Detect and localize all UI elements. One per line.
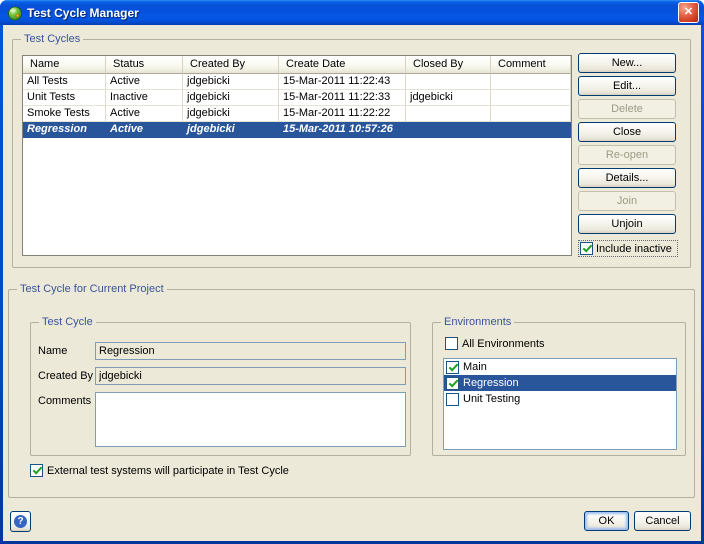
include-inactive-checkbox[interactable]: Include inactive xyxy=(578,240,678,257)
table-cell: 15-Mar-2011 10:57:26 xyxy=(279,122,406,138)
test-cycles-group-label: Test Cycles xyxy=(21,32,83,46)
table-cell xyxy=(406,74,491,90)
table-row[interactable]: RegressionActivejdgebicki15-Mar-2011 10:… xyxy=(23,122,571,138)
all-environments-label: All Environments xyxy=(462,338,545,350)
test-cycles-table: NameStatusCreated ByCreate DateClosed By… xyxy=(22,55,572,256)
join-button[interactable]: Join xyxy=(578,191,676,211)
comments-textarea[interactable] xyxy=(95,392,406,447)
column-header-name[interactable]: Name xyxy=(23,56,106,74)
environment-label: Main xyxy=(463,361,487,373)
close-button[interactable]: ✕ xyxy=(678,2,699,23)
table-cell: jdgebicki xyxy=(406,90,491,106)
all-environments-checkbox-box[interactable] xyxy=(445,337,458,350)
table-cell xyxy=(491,90,571,106)
table-row[interactable]: Smoke TestsActivejdgebicki15-Mar-2011 11… xyxy=(23,106,571,122)
environments-list[interactable]: Main Regression Unit Testing xyxy=(443,358,677,450)
cancel-button[interactable]: Cancel xyxy=(634,511,691,531)
table-cell: jdgebicki xyxy=(183,74,279,90)
table-cell: 15-Mar-2011 11:22:43 xyxy=(279,74,406,90)
external-systems-checkbox-box[interactable] xyxy=(30,464,43,477)
created-by-field[interactable] xyxy=(95,367,406,385)
delete-button[interactable]: Delete xyxy=(578,99,676,119)
table-row[interactable]: Unit TestsInactivejdgebicki15-Mar-2011 1… xyxy=(23,90,571,106)
all-environments-checkbox[interactable]: All Environments xyxy=(445,337,545,350)
help-button[interactable]: ? xyxy=(10,511,31,532)
table-cell xyxy=(406,122,491,138)
table-cell xyxy=(406,106,491,122)
table-cell: jdgebicki xyxy=(183,122,279,138)
name-field[interactable] xyxy=(95,342,406,360)
column-header-created-by[interactable]: Created By xyxy=(183,56,279,74)
table-cell: 15-Mar-2011 11:22:33 xyxy=(279,90,406,106)
test-cycles-table-body: All TestsActivejdgebicki15-Mar-2011 11:2… xyxy=(23,74,571,138)
environment-label: Unit Testing xyxy=(463,393,520,405)
table-cell xyxy=(491,106,571,122)
table-cell: Unit Tests xyxy=(23,90,106,106)
dialog-window: Test Cycle Manager ✕ Test Cycles NameSta… xyxy=(0,0,704,544)
new-button[interactable]: New... xyxy=(578,53,676,73)
dialog-content: Test Cycles NameStatusCreated ByCreate D… xyxy=(3,25,701,541)
name-label: Name xyxy=(38,345,67,357)
table-cell: Active xyxy=(106,106,183,122)
window-title: Test Cycle Manager xyxy=(27,6,678,20)
unjoin-button[interactable]: Unjoin xyxy=(578,214,676,234)
table-cell xyxy=(491,122,571,138)
comments-label: Comments xyxy=(38,395,91,407)
details-button[interactable]: Details... xyxy=(578,168,676,188)
environment-item-regression[interactable]: Regression xyxy=(444,375,676,391)
test-cycle-subgroup-label: Test Cycle xyxy=(39,315,96,329)
close-icon: ✕ xyxy=(684,6,693,18)
action-buttons: New... Edit... Delete Close Re-open Details..… xyxy=(578,53,676,257)
table-cell: All Tests xyxy=(23,74,106,90)
table-cell: Active xyxy=(106,74,183,90)
environment-checkbox[interactable] xyxy=(446,377,459,390)
environment-item-unit-testing[interactable]: Unit Testing xyxy=(444,391,676,407)
table-cell xyxy=(491,74,571,90)
title-bar[interactable]: Test Cycle Manager ✕ xyxy=(0,0,704,25)
external-systems-label: External test systems will participate i… xyxy=(47,465,289,477)
re-open-button[interactable]: Re-open xyxy=(578,145,676,165)
environments-subgroup-label: Environments xyxy=(441,315,514,329)
column-header-status[interactable]: Status xyxy=(106,56,183,74)
environment-checkbox[interactable] xyxy=(446,361,459,374)
table-cell: 15-Mar-2011 11:22:22 xyxy=(279,106,406,122)
table-cell: Active xyxy=(106,122,183,138)
external-systems-checkbox[interactable]: External test systems will participate i… xyxy=(30,464,289,477)
include-inactive-label: Include inactive xyxy=(596,243,672,255)
environment-item-main[interactable]: Main xyxy=(444,359,676,375)
column-header-create-date[interactable]: Create Date xyxy=(279,56,406,74)
include-inactive-checkbox-box[interactable] xyxy=(580,242,593,255)
app-icon xyxy=(7,5,23,21)
ok-button[interactable]: OK xyxy=(584,511,629,531)
help-icon: ? xyxy=(14,515,27,528)
table-cell: jdgebicki xyxy=(183,106,279,122)
created-by-label: Created By xyxy=(38,370,93,382)
current-project-group-label: Test Cycle for Current Project xyxy=(17,282,167,296)
environment-label: Regression xyxy=(463,377,519,389)
table-cell: Inactive xyxy=(106,90,183,106)
environment-checkbox[interactable] xyxy=(446,393,459,406)
table-cell: Smoke Tests xyxy=(23,106,106,122)
test-cycles-table-header: NameStatusCreated ByCreate DateClosed By… xyxy=(23,56,571,74)
table-cell: Regression xyxy=(23,122,106,138)
edit-button[interactable]: Edit... xyxy=(578,76,676,96)
table-cell: jdgebicki xyxy=(183,90,279,106)
close-button[interactable]: Close xyxy=(578,122,676,142)
column-header-closed-by[interactable]: Closed By xyxy=(406,56,491,74)
table-row[interactable]: All TestsActivejdgebicki15-Mar-2011 11:2… xyxy=(23,74,571,90)
column-header-comment[interactable]: Comment xyxy=(491,56,571,74)
